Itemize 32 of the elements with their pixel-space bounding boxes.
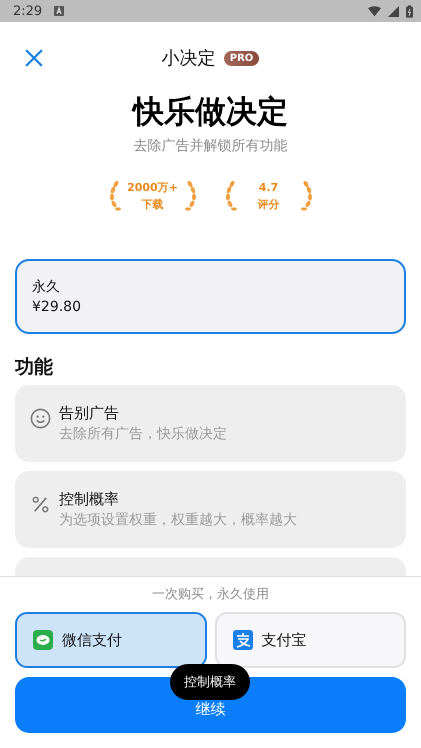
- app-title: 小决定: [162, 47, 216, 70]
- battery-icon: [406, 4, 413, 18]
- stat-value: 2000万+: [127, 180, 178, 196]
- toast-message: 控制概率: [170, 664, 250, 700]
- section-heading: 功能: [15, 355, 54, 380]
- close-button[interactable]: [25, 49, 43, 67]
- laurel-icon: [300, 181, 314, 211]
- hero-title: 快乐做决定: [130, 93, 289, 132]
- feature-title: 告别广告: [59, 404, 120, 423]
- signal-icon: [387, 6, 400, 16]
- feature-description: 去除所有广告，快乐做决定: [59, 425, 227, 443]
- feature-title: 控制概率: [59, 490, 120, 509]
- notification-icon: [54, 6, 64, 16]
- stat-value: 4.7: [258, 180, 278, 196]
- smiley-icon: [30, 408, 51, 429]
- laurel-icon: [184, 181, 198, 211]
- plan-option[interactable]: 永久 ¥29.80: [15, 259, 406, 334]
- payment-option[interactable]: 支付宝: [214, 612, 406, 668]
- wifi-icon: [368, 6, 381, 16]
- chat-bubble-icon: [33, 630, 53, 650]
- pro-badge: PRO: [224, 50, 260, 66]
- plan-price: ¥29.80: [32, 298, 81, 316]
- payment-option[interactable]: 微信支付: [15, 612, 206, 668]
- stat-label: 下载: [142, 197, 164, 213]
- feature-description: 为选项设置权重，权重越大，概率越大: [59, 511, 297, 529]
- percent-icon: [30, 494, 51, 515]
- purchase-note: 一次购买，永久使用: [151, 586, 270, 603]
- plan-name: 永久: [32, 278, 60, 296]
- hero-subtitle: 去除广告并解锁所有功能: [132, 137, 288, 155]
- stat-label: 评分: [258, 197, 280, 213]
- clock: 2:29: [13, 4, 42, 18]
- alipay-icon: [232, 630, 252, 650]
